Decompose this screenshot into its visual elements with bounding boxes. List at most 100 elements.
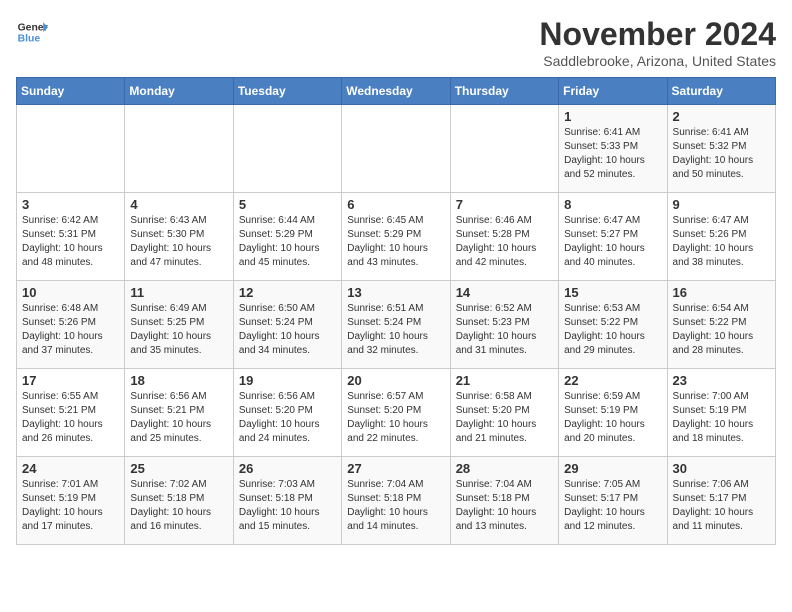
calendar-cell: 16 Sunrise: 6:54 AM Sunset: 5:22 PM Dayli… xyxy=(667,281,775,369)
day-info: Sunrise: 6:44 AM Sunset: 5:29 PM Dayligh… xyxy=(239,214,336,270)
day-info: Sunrise: 6:56 AM Sunset: 5:20 PM Dayligh… xyxy=(239,390,336,446)
weekday-header: Friday xyxy=(559,78,667,105)
day-info: Sunrise: 6:48 AM Sunset: 5:26 PM Dayligh… xyxy=(22,302,119,358)
day-info: Sunrise: 7:01 AM Sunset: 5:19 PM Dayligh… xyxy=(22,478,119,534)
day-number: 20 xyxy=(347,373,444,388)
svg-text:Blue: Blue xyxy=(18,34,41,45)
day-number: 9 xyxy=(673,197,770,212)
day-info: Sunrise: 6:54 AM Sunset: 5:22 PM Dayligh… xyxy=(673,302,770,358)
day-number: 17 xyxy=(22,373,119,388)
day-info: Sunrise: 6:47 AM Sunset: 5:27 PM Dayligh… xyxy=(564,214,661,270)
calendar-table: SundayMondayTuesdayWednesdayThursdayFrid… xyxy=(16,77,776,545)
day-info: Sunrise: 6:41 AM Sunset: 5:33 PM Dayligh… xyxy=(564,126,661,182)
month-title: November 2024 xyxy=(539,16,776,53)
weekday-header-row: SundayMondayTuesdayWednesdayThursdayFrid… xyxy=(17,78,776,105)
calendar-cell: 29Sunrise: 7:05 AM Sunset: 5:17 PM Dayli… xyxy=(559,457,667,545)
calendar-week-row: 10 Sunrise: 6:48 AM Sunset: 5:26 PM Dayli… xyxy=(17,281,776,369)
weekday-header: Thursday xyxy=(450,78,558,105)
calendar-cell: 18 Sunrise: 6:56 AM Sunset: 5:21 PM Dayli… xyxy=(125,369,233,457)
day-number: 21 xyxy=(456,373,553,388)
calendar-cell: 1 Sunrise: 6:41 AM Sunset: 5:33 PM Daylig… xyxy=(559,105,667,193)
day-info: Sunrise: 6:55 AM Sunset: 5:21 PM Dayligh… xyxy=(22,390,119,446)
day-number: 27 xyxy=(347,461,444,476)
day-info: Sunrise: 6:42 AM Sunset: 5:31 PM Dayligh… xyxy=(22,214,119,270)
calendar-cell: 4 Sunrise: 6:43 AM Sunset: 5:30 PM Daylig… xyxy=(125,193,233,281)
day-number: 2 xyxy=(673,109,770,124)
calendar-cell xyxy=(125,105,233,193)
day-info: Sunrise: 6:57 AM Sunset: 5:20 PM Dayligh… xyxy=(347,390,444,446)
weekday-header: Monday xyxy=(125,78,233,105)
day-info: Sunrise: 6:59 AM Sunset: 5:19 PM Dayligh… xyxy=(564,390,661,446)
calendar-cell xyxy=(233,105,341,193)
calendar-cell: 26Sunrise: 7:03 AM Sunset: 5:18 PM Dayli… xyxy=(233,457,341,545)
day-number: 19 xyxy=(239,373,336,388)
day-number: 28 xyxy=(456,461,553,476)
calendar-cell: 30 Sunrise: 7:06 AM Sunset: 5:17 PM Dayli… xyxy=(667,457,775,545)
calendar-cell: 15 Sunrise: 6:53 AM Sunset: 5:22 PM Dayli… xyxy=(559,281,667,369)
day-number: 4 xyxy=(130,197,227,212)
day-number: 11 xyxy=(130,285,227,300)
weekday-header: Sunday xyxy=(17,78,125,105)
day-number: 1 xyxy=(564,109,661,124)
calendar-week-row: 1 Sunrise: 6:41 AM Sunset: 5:33 PM Daylig… xyxy=(17,105,776,193)
calendar-cell: 5 Sunrise: 6:44 AM Sunset: 5:29 PM Daylig… xyxy=(233,193,341,281)
calendar-cell: 13 Sunrise: 6:51 AM Sunset: 5:24 PM Dayli… xyxy=(342,281,450,369)
day-info: Sunrise: 6:56 AM Sunset: 5:21 PM Dayligh… xyxy=(130,390,227,446)
calendar-cell: 10 Sunrise: 6:48 AM Sunset: 5:26 PM Dayli… xyxy=(17,281,125,369)
header: General Blue November 2024 Saddlebrooke,… xyxy=(16,16,776,69)
calendar-cell: 2Sunrise: 6:41 AM Sunset: 5:32 PM Daylig… xyxy=(667,105,775,193)
weekday-header: Wednesday xyxy=(342,78,450,105)
day-info: Sunrise: 7:06 AM Sunset: 5:17 PM Dayligh… xyxy=(673,478,770,534)
calendar-cell: 27 Sunrise: 7:04 AM Sunset: 5:18 PM Dayli… xyxy=(342,457,450,545)
day-number: 24 xyxy=(22,461,119,476)
day-info: Sunrise: 6:53 AM Sunset: 5:22 PM Dayligh… xyxy=(564,302,661,358)
calendar-week-row: 17 Sunrise: 6:55 AM Sunset: 5:21 PM Dayli… xyxy=(17,369,776,457)
day-info: Sunrise: 6:45 AM Sunset: 5:29 PM Dayligh… xyxy=(347,214,444,270)
weekday-header: Saturday xyxy=(667,78,775,105)
day-info: Sunrise: 7:02 AM Sunset: 5:18 PM Dayligh… xyxy=(130,478,227,534)
day-info: Sunrise: 6:51 AM Sunset: 5:24 PM Dayligh… xyxy=(347,302,444,358)
day-number: 30 xyxy=(673,461,770,476)
day-number: 25 xyxy=(130,461,227,476)
calendar-cell: 24 Sunrise: 7:01 AM Sunset: 5:19 PM Dayli… xyxy=(17,457,125,545)
day-number: 10 xyxy=(22,285,119,300)
day-number: 16 xyxy=(673,285,770,300)
day-info: Sunrise: 6:43 AM Sunset: 5:30 PM Dayligh… xyxy=(130,214,227,270)
title-area: November 2024 Saddlebrooke, Arizona, Uni… xyxy=(539,16,776,69)
day-number: 18 xyxy=(130,373,227,388)
day-info: Sunrise: 6:50 AM Sunset: 5:24 PM Dayligh… xyxy=(239,302,336,358)
day-number: 12 xyxy=(239,285,336,300)
calendar-cell: 21 Sunrise: 6:58 AM Sunset: 5:20 PM Dayli… xyxy=(450,369,558,457)
logo: General Blue xyxy=(16,16,48,48)
day-number: 3 xyxy=(22,197,119,212)
day-number: 29 xyxy=(564,461,661,476)
calendar-cell: 7Sunrise: 6:46 AM Sunset: 5:28 PM Daylig… xyxy=(450,193,558,281)
day-number: 23 xyxy=(673,373,770,388)
day-number: 5 xyxy=(239,197,336,212)
day-number: 22 xyxy=(564,373,661,388)
calendar-cell: 14 Sunrise: 6:52 AM Sunset: 5:23 PM Dayli… xyxy=(450,281,558,369)
calendar-cell: 25 Sunrise: 7:02 AM Sunset: 5:18 PM Dayli… xyxy=(125,457,233,545)
calendar-cell: 23 Sunrise: 7:00 AM Sunset: 5:19 PM Dayli… xyxy=(667,369,775,457)
day-info: Sunrise: 6:47 AM Sunset: 5:26 PM Dayligh… xyxy=(673,214,770,270)
calendar-cell: 12 Sunrise: 6:50 AM Sunset: 5:24 PM Dayli… xyxy=(233,281,341,369)
day-number: 13 xyxy=(347,285,444,300)
day-info: Sunrise: 7:03 AM Sunset: 5:18 PM Dayligh… xyxy=(239,478,336,534)
calendar-cell: 17 Sunrise: 6:55 AM Sunset: 5:21 PM Dayli… xyxy=(17,369,125,457)
calendar-cell: 19 Sunrise: 6:56 AM Sunset: 5:20 PM Dayli… xyxy=(233,369,341,457)
day-info: Sunrise: 6:52 AM Sunset: 5:23 PM Dayligh… xyxy=(456,302,553,358)
day-info: Sunrise: 6:58 AM Sunset: 5:20 PM Dayligh… xyxy=(456,390,553,446)
day-info: Sunrise: 7:04 AM Sunset: 5:18 PM Dayligh… xyxy=(347,478,444,534)
calendar-cell: 3 Sunrise: 6:42 AM Sunset: 5:31 PM Daylig… xyxy=(17,193,125,281)
calendar-cell: 20 Sunrise: 6:57 AM Sunset: 5:20 PM Dayli… xyxy=(342,369,450,457)
day-info: Sunrise: 7:04 AM Sunset: 5:18 PM Dayligh… xyxy=(456,478,553,534)
day-info: Sunrise: 6:46 AM Sunset: 5:28 PM Dayligh… xyxy=(456,214,553,270)
day-info: Sunrise: 6:49 AM Sunset: 5:25 PM Dayligh… xyxy=(130,302,227,358)
day-number: 8 xyxy=(564,197,661,212)
calendar-cell: 8 Sunrise: 6:47 AM Sunset: 5:27 PM Daylig… xyxy=(559,193,667,281)
day-info: Sunrise: 7:00 AM Sunset: 5:19 PM Dayligh… xyxy=(673,390,770,446)
day-number: 14 xyxy=(456,285,553,300)
calendar-cell xyxy=(450,105,558,193)
day-number: 15 xyxy=(564,285,661,300)
calendar-week-row: 3 Sunrise: 6:42 AM Sunset: 5:31 PM Daylig… xyxy=(17,193,776,281)
